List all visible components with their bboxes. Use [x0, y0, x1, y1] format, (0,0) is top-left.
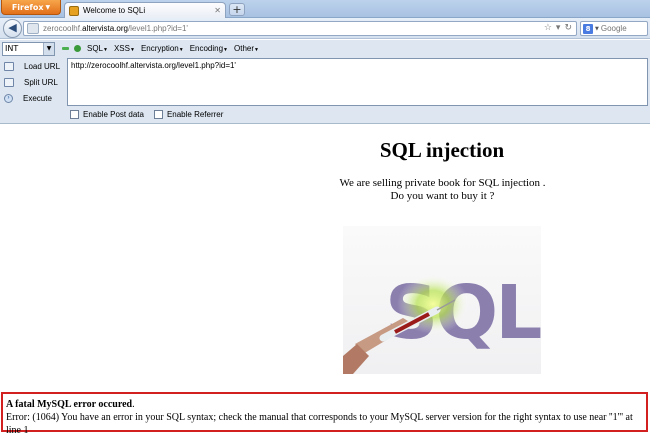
hackbar: INT ▼ SQL▼ XSS▼ Encryption▼ Encoding▼ Ot… — [0, 40, 650, 124]
page-content: SQL injection We are selling private boo… — [0, 125, 650, 434]
referrer-checkbox[interactable]: Enable Referrer — [153, 110, 224, 119]
chevron-down-icon[interactable]: ▼ — [595, 26, 599, 32]
menu-encryption[interactable]: Encryption▼ — [141, 44, 184, 53]
error-heading-text: A fatal MySQL error occured — [6, 399, 133, 410]
menu-sql-label: SQL — [87, 44, 104, 53]
tab-welcome[interactable]: Welcome to SQLi ✕ — [64, 2, 226, 18]
hackbar-toolbar: INT ▼ SQL▼ XSS▼ Encryption▼ Encoding▼ Ot… — [0, 40, 650, 57]
chevron-down-icon: ▼ — [178, 47, 184, 53]
description-line-2: Do you want to buy it ? — [390, 190, 495, 202]
split-url-icon — [4, 77, 14, 87]
decrement-icon[interactable] — [62, 47, 69, 50]
execute-label: Execute — [23, 93, 52, 103]
page-description: We are selling private book for SQL inje… — [330, 177, 555, 203]
url-path: /level1.php?id=1' — [127, 24, 188, 33]
menu-other-label: Other — [234, 44, 255, 53]
menu-encoding[interactable]: Encoding▼ — [190, 44, 228, 53]
url-textarea[interactable]: http://zerocoolhf.altervista.org/level1.… — [67, 58, 648, 106]
error-detail: Error: (1064) You have an error in your … — [6, 412, 633, 434]
bookmark-star-icon[interactable]: ☆ — [544, 23, 552, 33]
load-url-label: Load URL — [24, 61, 61, 71]
search-bar[interactable]: 8 ▼ — [580, 21, 648, 36]
new-tab-button[interactable]: + — [229, 3, 245, 16]
load-url-icon — [4, 61, 14, 71]
back-arrow-icon: ◀ — [8, 21, 17, 34]
firefox-menu-label: Firefox — [11, 2, 44, 12]
error-heading: A fatal MySQL error occured. — [6, 398, 643, 411]
description-line-1: We are selling private book for SQL inje… — [339, 177, 546, 189]
chevron-down-icon: ▼ — [45, 3, 51, 11]
tab-bar: Firefox ▼ Welcome to SQLi ✕ + — [0, 0, 650, 18]
chevron-down-icon: ▼ — [223, 47, 228, 53]
chevron-down-icon: ▼ — [43, 42, 54, 55]
execute-icon: › — [4, 93, 13, 103]
sql-illustration: SQL — [343, 270, 541, 374]
menu-xss[interactable]: XSS▼ — [114, 44, 135, 53]
mysql-error-box: A fatal MySQL error occured. Error: (106… — [1, 392, 648, 434]
page-title: SQL injection — [379, 138, 505, 162]
menu-encryption-label: Encryption — [140, 44, 179, 53]
post-data-label: Enable Post data — [83, 110, 144, 119]
hackbar-actions: Load URL Split URL › Execute — [0, 58, 66, 106]
checkbox-box[interactable] — [70, 110, 79, 119]
url-domain: altervista.org — [82, 24, 128, 33]
menu-sql[interactable]: SQL▼ — [87, 44, 108, 53]
url-bar-actions: ☆ ▾ ↻ — [544, 23, 572, 33]
navigation-bar: ◀ zerocoolhf. altervista.org /level1.php… — [0, 18, 650, 39]
error-heading-suffix: . — [132, 399, 135, 410]
url-host: zerocoolhf. — [43, 24, 83, 33]
close-icon[interactable]: ✕ — [214, 6, 221, 15]
increment-icon[interactable] — [74, 45, 81, 52]
firefox-menu-button[interactable]: Firefox ▼ — [1, 0, 61, 15]
dropdown-icon[interactable]: ▾ — [556, 23, 561, 33]
menu-xss-label: XSS — [113, 44, 130, 53]
chevron-down-icon: ▼ — [103, 47, 108, 53]
load-url-button[interactable]: Load URL — [0, 58, 66, 74]
chevron-down-icon: ▼ — [129, 47, 135, 53]
site-identity-icon[interactable] — [27, 23, 39, 34]
search-input[interactable] — [600, 24, 641, 33]
sql-book-image: SQL — [343, 226, 541, 374]
split-url-button[interactable]: Split URL — [0, 74, 66, 90]
chevron-down-icon: ▼ — [254, 47, 259, 53]
google-icon[interactable]: 8 — [583, 23, 593, 34]
checkbox-box[interactable] — [153, 110, 163, 119]
back-button[interactable]: ◀ — [3, 19, 22, 38]
hackbar-options: Enable Post data Enable Referrer — [70, 110, 223, 119]
menu-encoding-label: Encoding — [189, 44, 224, 53]
url-bar[interactable]: zerocoolhf. altervista.org /level1.php?i… — [23, 21, 577, 36]
type-select-value: INT — [5, 44, 19, 53]
post-data-checkbox[interactable]: Enable Post data — [70, 110, 144, 119]
referrer-label: Enable Referrer — [166, 110, 224, 119]
menu-other[interactable]: Other▼ — [234, 44, 259, 53]
execute-button[interactable]: › Execute — [0, 90, 66, 106]
type-select[interactable]: INT ▼ — [2, 41, 55, 56]
tab-title: Welcome to SQLi — [83, 6, 146, 15]
reload-icon[interactable]: ↻ — [564, 23, 572, 33]
split-url-label: Split URL — [24, 77, 58, 87]
favicon-icon — [69, 5, 79, 16]
